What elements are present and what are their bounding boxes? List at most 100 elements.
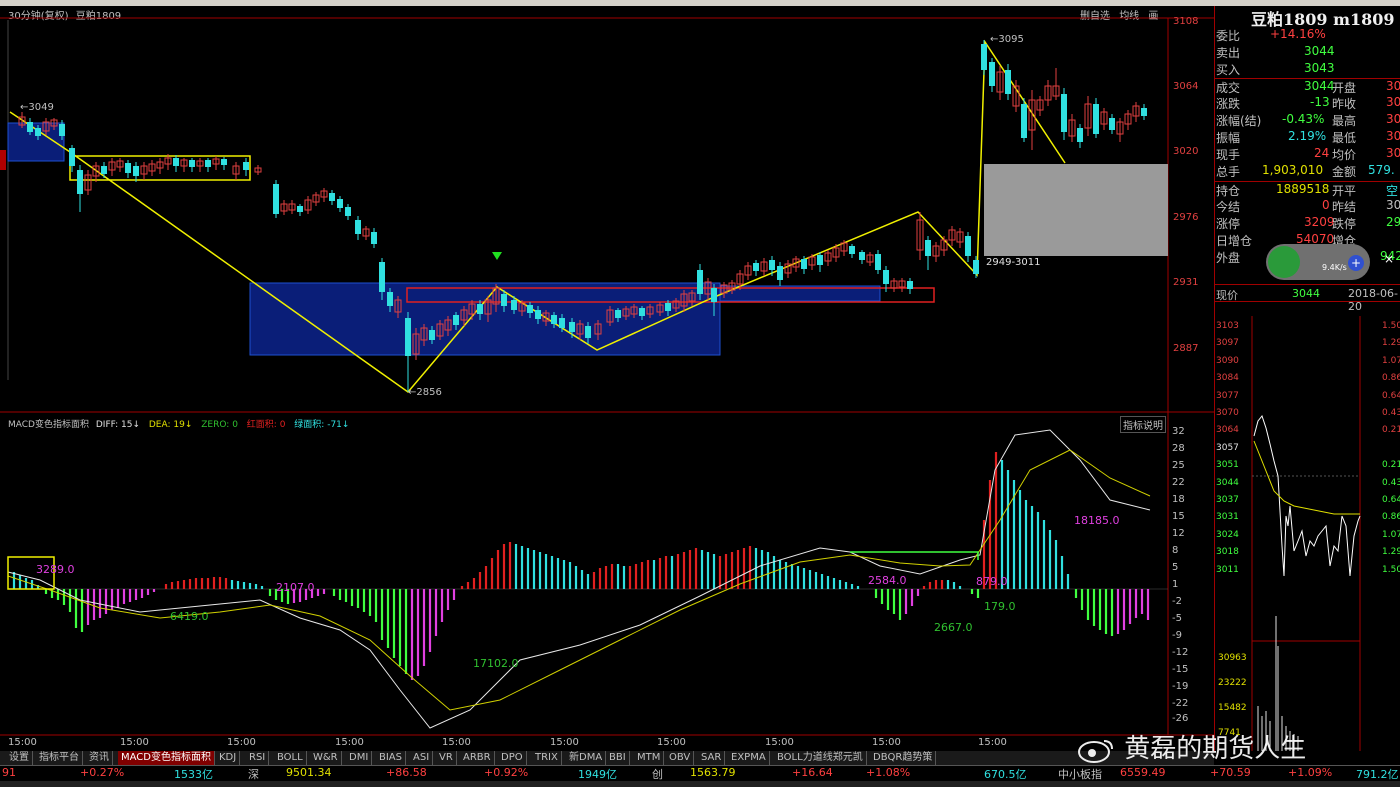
macd-axis-16: -22: [1172, 698, 1189, 709]
macd-label-7: 179.0: [984, 600, 1016, 613]
tab-kdj[interactable]: KDJ: [216, 751, 241, 765]
ticker-4: 深: [248, 768, 259, 781]
tab-bbi[interactable]: BBI: [606, 751, 630, 765]
macd-label-9: 18185.0: [1074, 514, 1120, 527]
ticker-12: +1.08%: [866, 766, 911, 779]
quote-row-1: 卖出 3044: [1216, 44, 1335, 60]
tab-bias[interactable]: BIAS: [376, 751, 406, 765]
time-label-3: 15:00: [227, 737, 256, 748]
speed-circle-icon: [1268, 246, 1300, 278]
macd-axis-11: -5: [1172, 613, 1182, 624]
mini-axis-left: 3103 3097 3090 3084 3077 3070 3064 3057 3051 3044…: [1216, 321, 1239, 575]
mini-axis-right: 1.50 1.29 1.07 0.86 0.64 0.43 0.21 0.21 0.43 0.64…: [1382, 321, 1400, 575]
macd-zero: ZERO: 0: [201, 420, 238, 430]
ticker-15: 6559.49: [1120, 766, 1166, 779]
tab-expma[interactable]: EXPMA: [728, 751, 770, 765]
macd-label-6: 879.0: [976, 575, 1008, 588]
ticker-7: +0.92%: [484, 766, 529, 779]
macd-axis-4: 18: [1172, 494, 1185, 505]
watermark: 黄磊的期货人生: [1076, 728, 1306, 765]
current-price-label: 现价: [1216, 289, 1238, 302]
weibo-icon: [1076, 737, 1116, 763]
time-label-6: 15:00: [550, 737, 579, 748]
green-arrow-marker: [492, 252, 502, 260]
tab-rsi[interactable]: RSI: [246, 751, 270, 765]
ticker-10: 1563.79: [690, 766, 736, 779]
macd-red-area: 红面积: 0: [246, 420, 286, 430]
price-axis-3108: 3108: [1173, 16, 1199, 27]
left-annotation: ←3049: [20, 102, 54, 113]
macd-axis-12: -9: [1172, 630, 1182, 641]
indicator-help-button[interactable]: 指标说明: [1120, 416, 1166, 433]
tab-news[interactable]: 资讯: [86, 751, 113, 765]
macd-axis-6: 12: [1172, 528, 1185, 539]
price-axis-3020: 3020: [1173, 146, 1199, 157]
macd-axis-7: 8: [1172, 545, 1179, 556]
quote-row-6: 振幅 2.19% 最低 30: [1216, 129, 1400, 145]
tab-dbqr[interactable]: DBQR趋势策: [870, 751, 937, 765]
range-annotation: 2949-3011: [986, 257, 1041, 268]
tab-sar[interactable]: SAR: [698, 751, 726, 765]
macd-label-4: 17102.0: [473, 657, 519, 670]
ticker-17: +1.09%: [1288, 766, 1333, 779]
speed-widget[interactable]: 9.4K/s +: [1266, 244, 1370, 280]
high-annotation: ←3095: [990, 34, 1024, 45]
quote-row-11: 涨停 3209 跌停 29: [1216, 215, 1400, 231]
macd-axis-5: 15: [1172, 511, 1185, 522]
plus-icon[interactable]: +: [1348, 255, 1364, 271]
ticker-2: +0.27%: [80, 766, 125, 779]
quote-row-3: 成交 3044 开盘 30: [1214, 78, 1400, 95]
tab-new-dma[interactable]: 新DMA: [566, 751, 607, 765]
macd-title[interactable]: MACD变色指标面积: [8, 420, 89, 430]
macd-label-3: 2107.0: [276, 581, 315, 594]
time-label-2: 15:00: [120, 737, 149, 748]
macd-label-2: 6419.0: [170, 610, 209, 623]
close-widget-icon[interactable]: ×: [1384, 252, 1394, 266]
tab-obv[interactable]: OBV: [666, 751, 695, 765]
ticker-18: 791.2亿: [1356, 768, 1399, 781]
ticker-8: 1949亿: [578, 768, 617, 781]
quote-row-5: 涨幅(结) -0.43% 最高 30: [1216, 112, 1400, 128]
tab-boll[interactable]: BOLL: [274, 751, 307, 765]
tab-settings[interactable]: 设置: [6, 751, 33, 765]
quote-row-9: 持仓 1889518 开平空: [1214, 181, 1400, 198]
ticker-16: +70.59: [1210, 766, 1251, 779]
tab-dmi[interactable]: DMI: [346, 751, 373, 765]
ticker-11: +16.64: [792, 766, 833, 779]
ticker-14: 中小板指: [1058, 768, 1102, 781]
tab-mtm[interactable]: MTM: [634, 751, 665, 765]
quote-row-8: 总手 1,903,010 金额 579.: [1216, 163, 1395, 179]
quote-row-0: 委比 +14.16%: [1216, 27, 1326, 43]
status-sliver: [0, 781, 1400, 787]
macd-label-5: 2584.0: [868, 574, 907, 587]
ticker-1: 91: [2, 766, 16, 779]
tab-trix[interactable]: TRIX: [532, 751, 562, 765]
macd-axis-9: 1: [1172, 579, 1179, 590]
tab-boll-force[interactable]: BOLL力道线郑元凯: [774, 751, 867, 765]
ticker-13: 670.5亿: [984, 768, 1027, 781]
tab-dpo[interactable]: DPO: [498, 751, 527, 765]
macd-green-line: [850, 551, 979, 560]
tab-macd-area[interactable]: MACD变色指标面积: [118, 751, 215, 765]
macd-axis-17: -26: [1172, 713, 1189, 724]
date-label: 2018-06-20: [1348, 287, 1398, 313]
current-price-row: 现价 3044 2018-06-20: [1214, 284, 1400, 313]
macd-header: MACD变色指标面积 DIFF: 15↓ DEA: 19↓ ZERO: 0 红面…: [8, 417, 349, 430]
speed-value: 9.4K/s: [1322, 263, 1347, 272]
tab-arbr[interactable]: ARBR: [460, 751, 495, 765]
main-chart[interactable]: [0, 6, 1214, 751]
macd-axis-10: -2: [1172, 596, 1182, 607]
price-axis-2931: 2931: [1173, 277, 1199, 288]
quote-row-4: 涨跌 -13 昨收 30: [1216, 95, 1400, 111]
time-label-1: 15:00: [8, 737, 37, 748]
tab-indicator-platform[interactable]: 指标平台: [36, 751, 83, 765]
target-zone-box: [984, 164, 1168, 256]
price-axis-2976: 2976: [1173, 212, 1199, 223]
tab-vr[interactable]: VR: [436, 751, 457, 765]
tab-asi[interactable]: ASI: [410, 751, 434, 765]
macd-diff: DIFF: 15↓: [95, 420, 140, 430]
time-label-10: 15:00: [978, 737, 1007, 748]
macd-axis-13: -12: [1172, 647, 1189, 658]
macd-label-1: 3289.0: [36, 563, 75, 576]
tab-wr[interactable]: W&R: [310, 751, 342, 765]
